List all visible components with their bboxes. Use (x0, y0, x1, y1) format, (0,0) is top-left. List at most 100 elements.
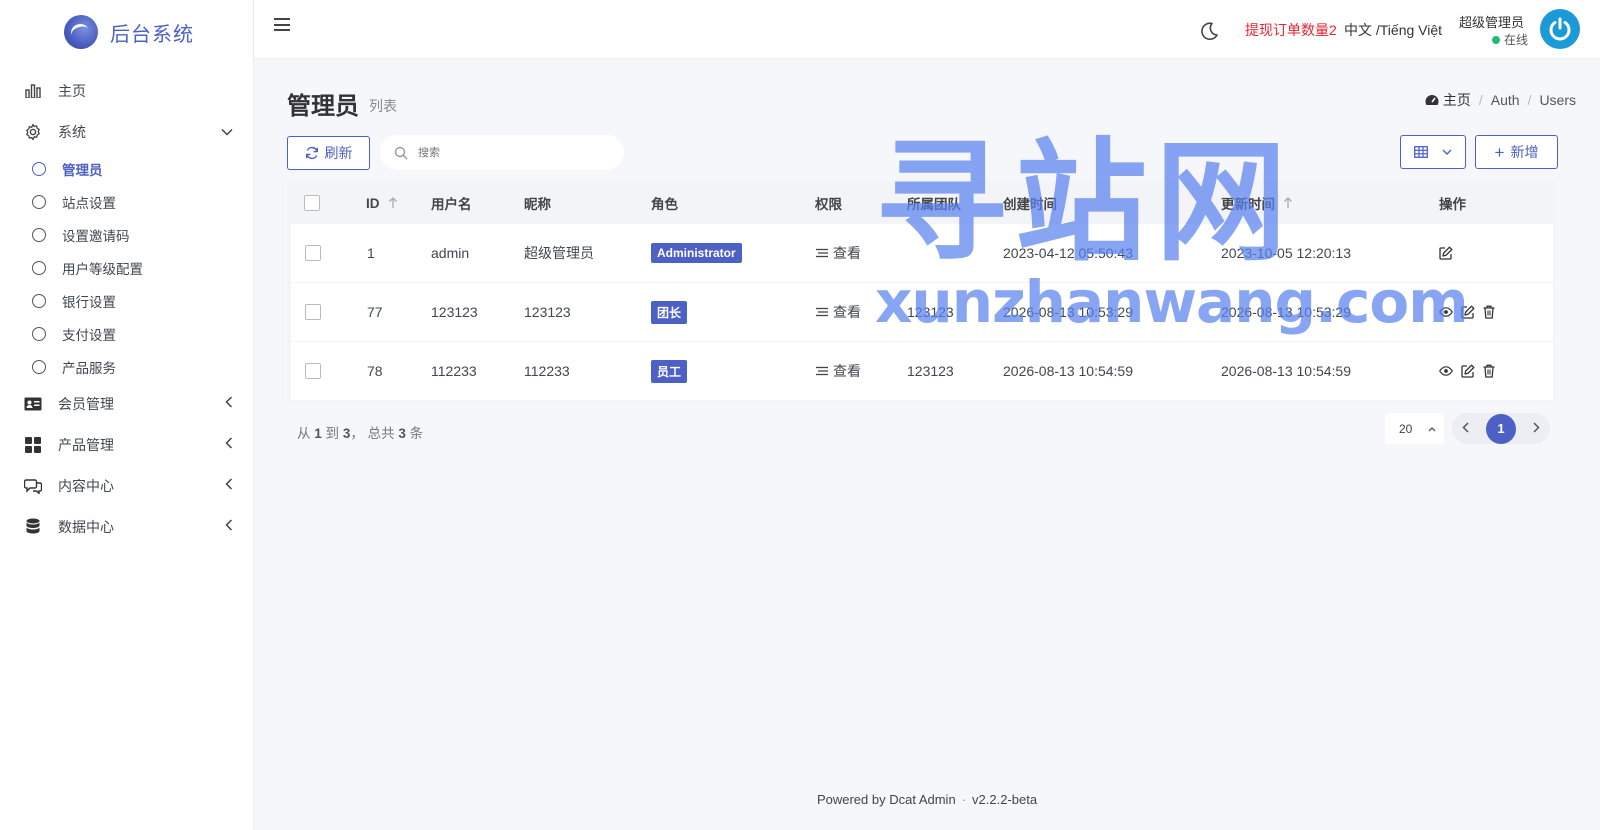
cell-updated: 2026-08-13 10:53:29 (1221, 304, 1351, 320)
sidebar-item-data[interactable]: 数据中心 (0, 506, 253, 547)
add-user-button[interactable]: + 新增 (1475, 135, 1558, 169)
brand[interactable]: 后台系统 (0, 0, 253, 64)
menu-toggle-icon[interactable] (274, 18, 290, 32)
per-page-value: 20 (1399, 421, 1413, 436)
page-number-current[interactable]: 1 (1486, 413, 1516, 444)
sidebar: 后台系统 主页 系统 管理员 站点设置 设置邀请码 用户等级配置 银行设置 支付… (0, 0, 254, 830)
cell-role: 员工 (651, 359, 688, 383)
search-box (380, 135, 624, 170)
sidebar-item-system[interactable]: 系统 (0, 111, 253, 152)
sidebar-item-invite-code[interactable]: 设置邀请码 (0, 218, 253, 251)
powered-by-link[interactable]: Powered by Dcat Admin (817, 792, 956, 807)
chevron-up-icon (1428, 426, 1436, 431)
cell-id: 77 (367, 304, 383, 320)
sidebar-item-content[interactable]: 内容中心 (0, 465, 253, 506)
sidebar-item-label: 站点设置 (62, 195, 116, 211)
chevron-down-icon (1442, 149, 1452, 155)
column-header-permission: 权限 (815, 197, 842, 212)
edit-icon[interactable] (1439, 246, 1453, 260)
permission-label: 查看 (833, 304, 861, 320)
sidebar-item-label: 会员管理 (58, 395, 114, 412)
cell-nickname: 超级管理员 (524, 245, 594, 261)
cell-role: Administrator (651, 243, 742, 263)
cell-updated: 2023-10-05 12:20:13 (1221, 245, 1351, 261)
sort-arrow-icon (1284, 197, 1292, 208)
edit-icon[interactable] (1461, 305, 1475, 319)
sidebar-item-products[interactable]: 产品管理 (0, 424, 253, 465)
sidebar-item-site-settings[interactable]: 站点设置 (0, 185, 253, 218)
chat-icon (24, 477, 42, 495)
avatar[interactable] (1540, 9, 1580, 49)
cell-created: 2023-04-12 05:50:43 (1003, 245, 1133, 261)
edit-icon[interactable] (1461, 364, 1475, 378)
sidebar-item-product-services[interactable]: 产品服务 (0, 350, 253, 383)
column-header-label: 更新时间 (1221, 197, 1275, 212)
summary-text: 从 (297, 426, 311, 441)
refresh-button[interactable]: 刷新 (287, 136, 370, 170)
column-header-created: 创建时间 (1003, 197, 1057, 212)
trash-icon[interactable] (1483, 305, 1497, 319)
row-checkbox[interactable] (305, 245, 321, 261)
moon-icon[interactable] (1198, 20, 1220, 42)
circle-icon (32, 293, 46, 308)
table-row: 1 admin 超级管理员 Administrator 查看 2023-04-1… (291, 224, 1553, 282)
sidebar-item-admins[interactable]: 管理员 (0, 152, 253, 185)
row-checkbox[interactable] (305, 363, 321, 379)
cell-created: 2026-08-13 10:53:29 (1003, 304, 1133, 320)
permission-view-link[interactable]: 查看 (816, 361, 861, 381)
search-icon (394, 146, 408, 159)
sidebar-item-label: 银行设置 (62, 294, 116, 310)
user-name[interactable]: 超级管理员 (1459, 12, 1524, 31)
permission-label: 查看 (833, 245, 861, 261)
system-subnav: 管理员 站点设置 设置邀请码 用户等级配置 银行设置 支付设置 产品服务 (0, 152, 253, 383)
footer-separator: · (961, 792, 967, 807)
circle-icon (32, 161, 46, 176)
plus-icon: + (1494, 142, 1505, 162)
circle-icon (32, 359, 46, 374)
eye-icon[interactable] (1439, 305, 1453, 319)
cell-nickname: 123123 (524, 304, 571, 320)
sidebar-item-bank-settings[interactable]: 银行设置 (0, 284, 253, 317)
column-selector-button[interactable] (1400, 135, 1466, 169)
cell-team: 123123 (907, 363, 954, 379)
breadcrumb: 主页 / Auth / Users (1425, 90, 1576, 110)
eye-icon[interactable] (1439, 364, 1453, 378)
sidebar-item-payment-settings[interactable]: 支付设置 (0, 317, 253, 350)
sidebar-item-home[interactable]: 主页 (0, 70, 253, 111)
role-badge: Administrator (651, 243, 742, 263)
sidebar-item-members[interactable]: 会员管理 (0, 383, 253, 424)
circle-icon (32, 227, 46, 242)
table-header-row: ID 用户名 昵称 角色 权限 所属团队 创建时间 更新时间 操作 (287, 182, 1555, 224)
gear-icon (24, 123, 42, 141)
permission-view-link[interactable]: 查看 (816, 302, 861, 322)
next-page-icon[interactable] (1533, 421, 1540, 436)
list-icon (816, 307, 828, 317)
sidebar-item-user-levels[interactable]: 用户等级配置 (0, 251, 253, 284)
sidebar-item-label: 系统 (58, 123, 86, 140)
trash-icon[interactable] (1483, 364, 1497, 378)
per-page-select[interactable]: 20 (1385, 413, 1444, 444)
user-status-text: 在线 (1504, 33, 1529, 47)
cell-updated: 2026-08-13 10:54:59 (1221, 363, 1351, 379)
table-row: 77 123123 123123 团长 查看 123123 2026-08-13… (291, 283, 1553, 341)
select-all-checkbox[interactable] (304, 195, 320, 211)
sidebar-item-label: 主页 (58, 82, 86, 99)
list-icon (816, 366, 828, 376)
column-header-id[interactable]: ID (366, 196, 398, 211)
users-table: ID 用户名 昵称 角色 权限 所属团队 创建时间 更新时间 操作 1 admi… (287, 182, 1555, 402)
search-input[interactable] (418, 146, 598, 159)
list-icon (816, 248, 828, 258)
bar-chart-icon (24, 82, 42, 100)
breadcrumb-auth[interactable]: Auth (1491, 92, 1520, 108)
sort-arrow-icon (388, 197, 397, 208)
language-switcher[interactable]: 中文 /Tiếng Việt (1344, 20, 1442, 40)
database-icon (24, 518, 42, 536)
pagination: 1 (1452, 413, 1550, 444)
breadcrumb-home[interactable]: 主页 (1443, 90, 1471, 110)
withdraw-order-count[interactable]: 提现订单数量2 (1245, 20, 1337, 40)
permission-view-link[interactable]: 查看 (816, 243, 861, 263)
row-checkbox[interactable] (305, 304, 321, 320)
column-header-updated[interactable]: 更新时间 (1221, 193, 1293, 213)
chevron-left-icon (225, 478, 233, 493)
prev-page-icon[interactable] (1462, 421, 1469, 436)
